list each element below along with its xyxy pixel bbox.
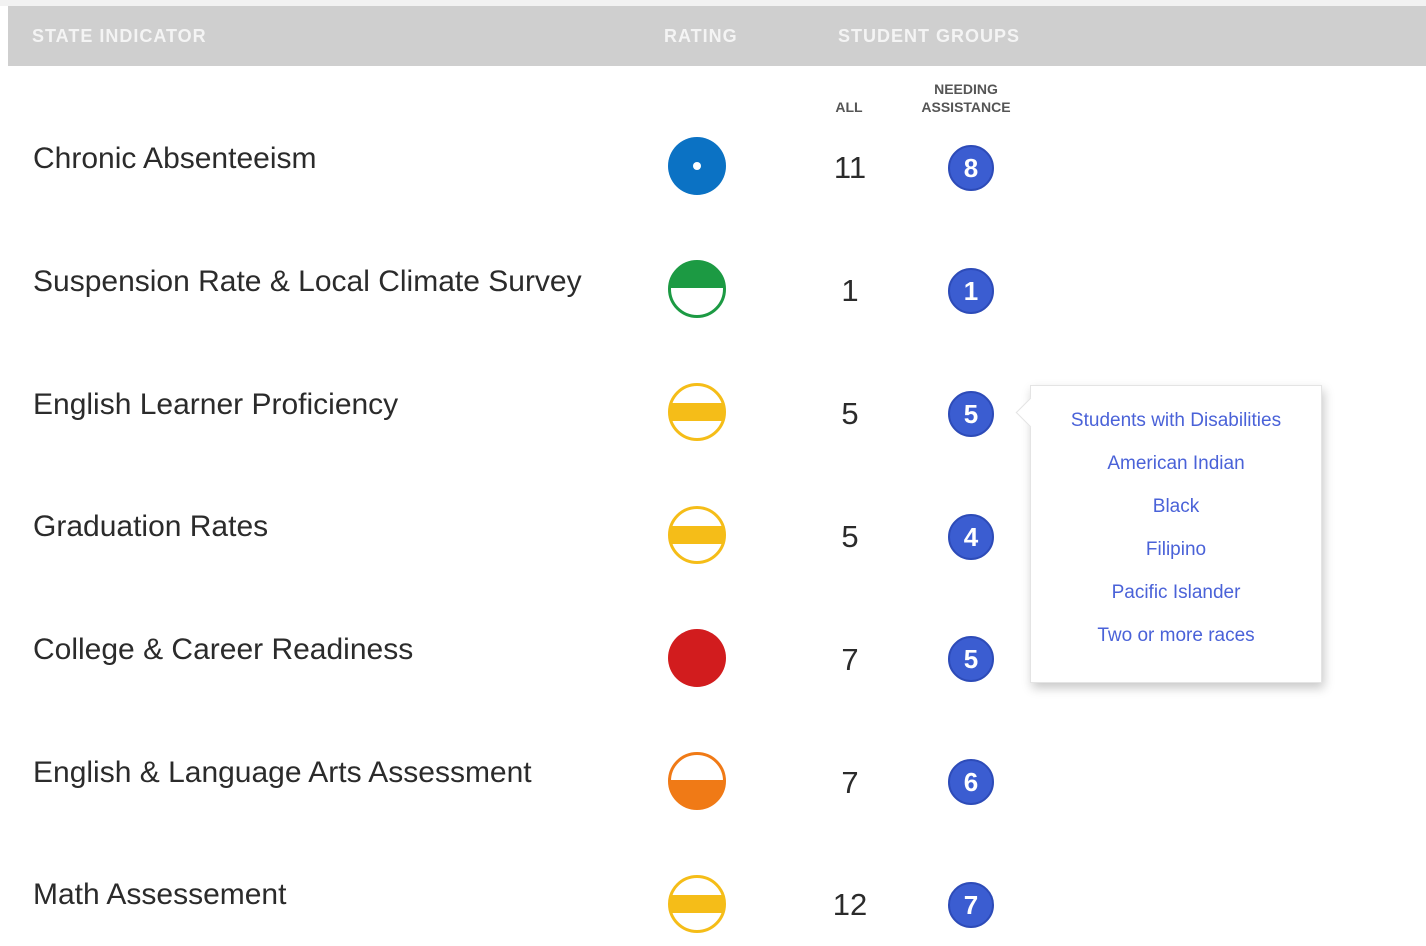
indicator-label: English Learner Proficiency xyxy=(33,388,399,421)
student-groups-popover: Students with Disabilities American Indi… xyxy=(1015,385,1322,683)
header-state-indicator: STATE INDICATOR xyxy=(32,26,207,46)
subheader-needing-line1: NEEDING xyxy=(934,81,998,97)
needing-assistance-badge[interactable]: 1 xyxy=(948,268,994,314)
header-rating: RATING xyxy=(664,26,738,46)
needing-assistance-badge[interactable]: 5 xyxy=(948,636,994,682)
indicator-label: College & Career Readiness xyxy=(33,633,414,666)
all-count: 5 xyxy=(841,396,859,431)
needing-assistance-badge[interactable]: 4 xyxy=(948,514,994,560)
indicator-label: English & Language Arts Assessment xyxy=(33,756,532,789)
all-count: 7 xyxy=(841,642,859,677)
indicator-label: Chronic Absenteeism xyxy=(33,142,317,175)
indicator-label: Graduation Rates xyxy=(33,510,269,543)
yellow-band-circle-icon xyxy=(668,506,726,564)
subheader-all: ALL xyxy=(835,99,863,115)
orange-half-filled-bottom-circle-icon xyxy=(668,752,726,810)
indicator-label: Math Assessement xyxy=(33,878,287,911)
yellow-band-circle-icon xyxy=(668,875,726,933)
all-count: 5 xyxy=(841,519,859,554)
indicator-label: Suspension Rate & Local Climate Survey xyxy=(33,265,582,298)
student-group-link[interactable]: Students with Disabilities xyxy=(1031,410,1321,453)
table-header: STATE INDICATOR RATING STUDENT GROUPS xyxy=(8,6,1426,66)
header-student-groups: STUDENT GROUPS xyxy=(838,26,1021,46)
subheader-needing-assistance: NEEDING ASSISTANCE xyxy=(900,80,1032,116)
green-half-filled-top-circle-icon xyxy=(668,260,726,318)
red-filled-circle-icon xyxy=(668,629,726,687)
student-group-link[interactable]: Pacific Islander xyxy=(1031,582,1321,625)
needing-assistance-badge[interactable]: 5 xyxy=(948,391,994,437)
dashboard-page: STATE INDICATOR RATING STUDENT GROUPS AL… xyxy=(0,0,1426,946)
student-group-link[interactable]: Two or more races xyxy=(1031,625,1321,668)
yellow-band-circle-icon xyxy=(668,383,726,441)
blue-dot-circle-icon xyxy=(668,137,726,195)
needing-assistance-badge[interactable]: 6 xyxy=(948,759,994,805)
all-count: 1 xyxy=(841,273,859,308)
student-groups-list: Students with Disabilities American Indi… xyxy=(1031,410,1321,668)
student-group-link[interactable]: Black xyxy=(1031,496,1321,539)
all-count: 11 xyxy=(833,150,867,185)
student-group-link[interactable]: American Indian xyxy=(1031,453,1321,496)
student-group-link[interactable]: Filipino xyxy=(1031,539,1321,582)
subheader-needing-line2: ASSISTANCE xyxy=(921,99,1011,115)
needing-assistance-badge[interactable]: 7 xyxy=(948,882,994,928)
needing-assistance-badge[interactable]: 8 xyxy=(948,145,994,191)
all-count: 7 xyxy=(841,765,859,800)
all-count: 12 xyxy=(832,887,868,922)
